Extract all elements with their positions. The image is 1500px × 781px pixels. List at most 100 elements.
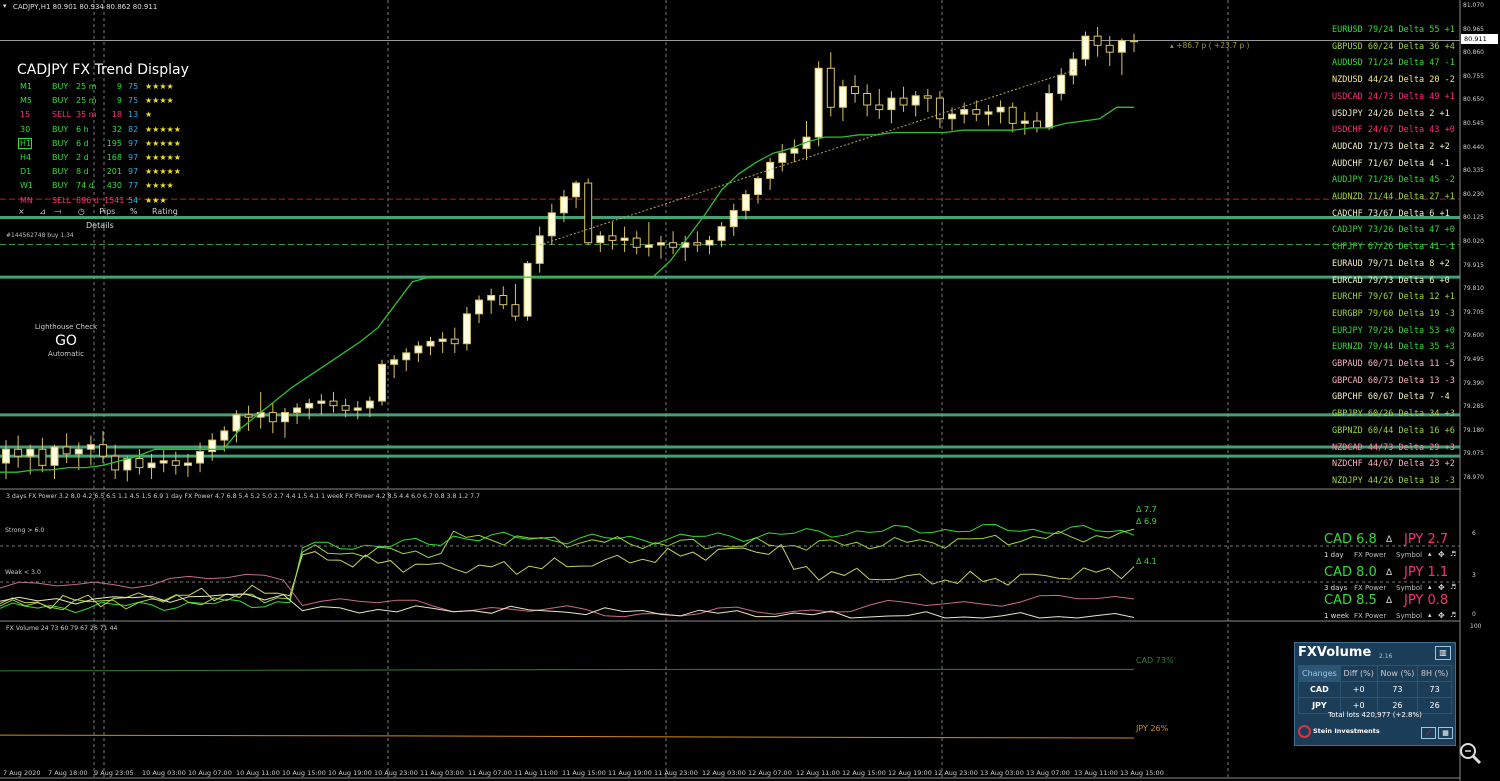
collapse-icon[interactable]: ▴ [1428, 583, 1432, 591]
collapse-icon[interactable]: ▴ [1428, 611, 1432, 619]
trend-pips: 430 [106, 181, 122, 191]
pair-row[interactable]: CHFJPY 67/26 Delta 41 -1 [1332, 242, 1455, 256]
pair-row[interactable]: GBPJPY 60/26 Delta 34 +3 [1332, 409, 1455, 423]
pair-row[interactable]: CADJPY 73/26 Delta 47 +0 [1332, 225, 1455, 239]
time-label: 12 Aug 11:00 [796, 769, 840, 777]
move-icon[interactable]: ✥ [1438, 583, 1445, 592]
pair-row[interactable]: GBPNZD 60/44 Delta 16 +6 [1332, 426, 1455, 440]
trend-stars: ★★★★★ [145, 153, 181, 162]
trend-display-title: CADJPY FX Trend Display [17, 62, 189, 78]
pair-row[interactable]: GBPCAD 60/73 Delta 13 -3 [1332, 376, 1455, 390]
trend-percent: 75 [128, 96, 139, 106]
close-icon[interactable]: × [18, 207, 25, 216]
pair-row[interactable]: AUDCHF 71/67 Delta 4 -1 [1332, 159, 1450, 173]
dropdown-arrow-icon[interactable]: ▾ [3, 2, 7, 10]
pin-icon[interactable]: ⊿ [39, 207, 46, 216]
trend-timeframe: 30 [20, 124, 31, 134]
candle-body [608, 235, 617, 241]
trend-stars: ★★★★★ [145, 167, 181, 177]
chart-canvas[interactable] [0, 0, 1500, 781]
pair-row[interactable]: AUDCAD 71/73 Delta 2 +2 [1332, 142, 1450, 156]
fx-power-block: CAD 8.5 Δ JPY 0.8 1 week FX Power Symbol ▴ ✥ ♬ [1322, 593, 1460, 621]
pair-row[interactable]: EURJPY 79/26 Delta 53 +0 [1332, 326, 1455, 340]
time-label: 10 Aug 19:00 [328, 769, 372, 777]
trend-pips: 168 [106, 153, 122, 162]
symbol-label[interactable]: Symbol [1396, 551, 1422, 559]
candle-body [596, 235, 605, 244]
trend-pips: 9 [116, 82, 122, 91]
pair-row[interactable]: GBPAUD 60/71 Delta 11 -5 [1332, 359, 1455, 373]
pair-row[interactable]: EURCHF 79/67 Delta 12 +1 [1332, 292, 1455, 306]
trend-percent: 82 [128, 124, 139, 134]
move-icon[interactable]: ✥ [1438, 550, 1445, 559]
price-tick: 80.965 [1463, 25, 1484, 33]
zoom-icon[interactable] [1458, 741, 1482, 765]
candle-body [341, 405, 350, 411]
details-button[interactable]: Details [86, 221, 114, 230]
pair-row[interactable]: EURAUD 79/71 Delta 8 +2 [1332, 259, 1450, 273]
pair-row[interactable]: GBPCHF 60/67 Delta 7 -4 [1332, 392, 1450, 406]
order-label[interactable]: #144562748 buy 1.34 [6, 232, 74, 239]
trend-stars: ★ [145, 110, 153, 120]
symbol-label[interactable]: Symbol [1396, 584, 1422, 592]
col-now: Now (%) [1376, 665, 1419, 682]
candle-body [1069, 58, 1078, 76]
pair-row[interactable]: AUDNZD 71/44 Delta 27 +1 [1332, 192, 1455, 206]
sound-icon[interactable]: ♬ [1450, 550, 1456, 558]
pair-row[interactable]: EURCAD 79/73 Delta 6 +0 [1332, 276, 1450, 290]
fx-volume-panel[interactable]: FXVolume 2.16 ▥ Changes Diff (%) Now (%)… [1294, 642, 1456, 746]
pair-row[interactable]: AUDUSD 71/24 Delta 47 -1 [1332, 58, 1455, 72]
trend-direction: SELL [52, 110, 72, 120]
pair-row[interactable]: USDCHF 24/67 Delta 43 +0 [1332, 125, 1455, 139]
time-label: 11 Aug 15:00 [562, 769, 606, 777]
candle-body [851, 86, 860, 95]
pair-row[interactable]: USDJPY 24/26 Delta 2 +1 [1332, 109, 1450, 123]
pair-row[interactable]: GBPUSD 60/24 Delta 36 +4 [1332, 42, 1455, 56]
candle-body [38, 448, 47, 466]
trend-pips: 195 [106, 138, 122, 148]
pair-row[interactable]: EURGBP 79/60 Delta 19 -3 [1332, 309, 1455, 323]
candle-body [426, 340, 435, 347]
price-tick: 80.860 [1463, 49, 1484, 57]
trend-duration: 25 m [76, 82, 97, 91]
pair-row[interactable]: NZDJPY 44/26 Delta 18 -3 [1332, 476, 1455, 490]
delta-icon: Δ [1386, 535, 1393, 545]
price-tick: 79.600 [1463, 332, 1484, 340]
candle-body [899, 97, 908, 106]
pair-row[interactable]: NZDCHF 44/67 Delta 23 +2 [1332, 459, 1455, 473]
row-diff: +0 [1339, 681, 1378, 698]
candle-body [268, 412, 277, 423]
percent-toggle[interactable]: % [130, 207, 138, 216]
col-changes[interactable]: Changes [1298, 665, 1341, 682]
sound-icon[interactable]: ♬ [1450, 583, 1456, 591]
candle-body [1117, 40, 1126, 53]
pair-row[interactable]: NZDCAD 44/73 Delta 29 +3 [1332, 443, 1455, 457]
pips-toggle[interactable]: Pips [99, 207, 115, 216]
pair-row[interactable]: EURUSD 79/24 Delta 55 +1 [1332, 25, 1455, 39]
pair-row[interactable]: USDCAD 24/73 Delta 49 +1 [1332, 92, 1455, 106]
chart-mode-icon[interactable]: ⟋ [1421, 727, 1436, 739]
candle-body [26, 448, 35, 457]
chart-icon[interactable]: ▥ [1435, 646, 1451, 660]
rating-toggle[interactable]: Rating [152, 207, 178, 216]
clock-icon[interactable]: ◷ [78, 207, 85, 216]
move-icon[interactable]: ✥ [1438, 611, 1445, 620]
power-base-value: CAD 8.0 [1324, 565, 1377, 580]
grid-mode-icon[interactable]: ▦ [1438, 727, 1453, 739]
candle-body [1057, 74, 1066, 95]
candle-body [14, 448, 23, 457]
fx-power-header: 3 days FX Power 3.2 8.0 4.2 6.5 6.5 1.1 … [6, 493, 480, 500]
pair-row[interactable]: EURNZD 79/44 Delta 35 +3 [1332, 342, 1455, 356]
candle-body [948, 113, 957, 120]
pair-row[interactable]: NZDUSD 44/24 Delta 20 -2 [1332, 75, 1455, 89]
sound-icon[interactable]: ♬ [1450, 611, 1456, 619]
stein-logo-icon [1298, 725, 1311, 738]
candle-body [74, 448, 83, 455]
symbol-label[interactable]: Symbol [1396, 612, 1422, 620]
collapse-icon[interactable]: ▴ [1428, 550, 1432, 558]
pair-row[interactable]: CADCHF 73/67 Delta 6 +1 [1332, 209, 1450, 223]
candle-body [923, 95, 932, 99]
line-icon[interactable]: ⟞ [55, 207, 62, 216]
power-base-value: CAD 6.8 [1324, 532, 1377, 547]
pair-row[interactable]: AUDJPY 71/26 Delta 45 -2 [1332, 175, 1455, 189]
